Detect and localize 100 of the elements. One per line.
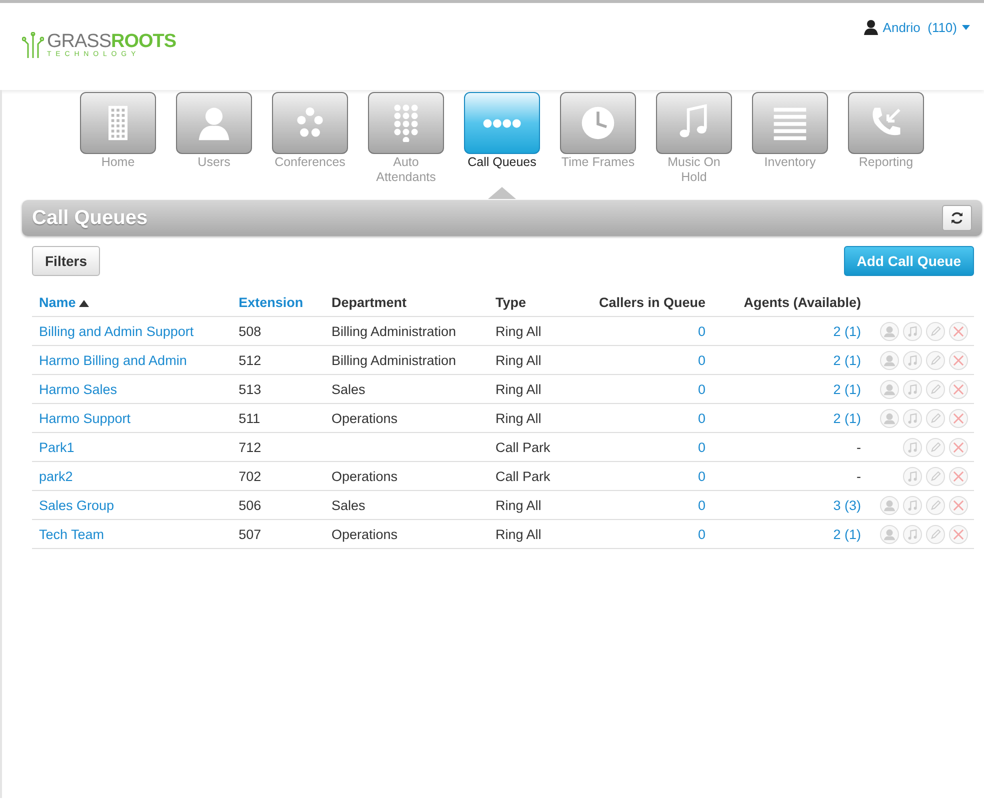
column-header: Type — [488, 288, 570, 316]
edit-button[interactable] — [926, 350, 945, 370]
music-button[interactable] — [903, 380, 922, 398]
user-icon — [864, 20, 878, 35]
user-icon — [883, 498, 896, 512]
table-cell: Billing Administration — [324, 316, 488, 346]
agents-link[interactable]: 2 (1) — [712, 374, 868, 404]
close-icon — [953, 500, 964, 510]
delete-button[interactable] — [949, 496, 968, 514]
edit-button[interactable] — [926, 322, 945, 340]
agents-link[interactable]: 2 (1) — [712, 346, 868, 374]
delete-button[interactable] — [949, 466, 968, 486]
table-cell: Ring All — [488, 490, 570, 520]
edit-button[interactable] — [926, 380, 945, 398]
callers-link[interactable]: 0 — [570, 316, 713, 346]
queue-name-link[interactable]: Harmo Sales — [32, 374, 232, 404]
music-note-icon — [907, 528, 918, 540]
close-icon — [953, 354, 964, 366]
edit-button[interactable] — [926, 466, 945, 486]
callers-link[interactable]: 0 — [570, 462, 713, 490]
agents-link[interactable]: 2 (1) — [712, 520, 868, 548]
column-header[interactable]: Name — [32, 288, 232, 316]
callers-link[interactable]: 0 — [570, 432, 713, 462]
pencil-icon — [930, 470, 941, 482]
user-icon — [883, 382, 896, 396]
music-button[interactable] — [903, 350, 922, 370]
column-header[interactable]: Extension — [232, 288, 324, 316]
agents-button[interactable] — [880, 524, 899, 544]
agents-link[interactable]: 2 (1) — [712, 404, 868, 432]
delete-button[interactable] — [949, 408, 968, 428]
music-button[interactable] — [903, 496, 922, 514]
queue-name-link[interactable]: park2 — [32, 462, 232, 490]
pencil-icon — [930, 528, 941, 540]
callers-link[interactable]: 0 — [570, 490, 713, 520]
table-cell: Ring All — [488, 404, 570, 432]
music-button[interactable] — [903, 322, 922, 340]
music-note-icon — [907, 470, 918, 482]
table-cell: Call Park — [488, 462, 570, 490]
music-button[interactable] — [903, 408, 922, 428]
user-icon — [883, 354, 896, 366]
callers-link[interactable]: 0 — [570, 520, 713, 548]
column-header: Callers in Queue — [570, 288, 713, 316]
table-cell: 506 — [232, 490, 324, 520]
queue-name-link[interactable]: Billing and Admin Support — [32, 316, 232, 346]
table-cell: 702 — [232, 462, 324, 490]
pencil-icon — [930, 442, 941, 452]
close-icon — [953, 412, 964, 424]
pencil-icon — [930, 326, 941, 336]
agents-button[interactable] — [880, 496, 899, 514]
close-icon — [953, 384, 964, 394]
agents-link[interactable]: 3 (3) — [712, 490, 868, 520]
table-cell: 507 — [232, 520, 324, 548]
user-menu[interactable]: Andrio (110) — [864, 20, 970, 35]
callers-link[interactable]: 0 — [570, 346, 713, 374]
table-cell: Operations — [324, 520, 488, 548]
queue-name-link[interactable]: Harmo Billing and Admin — [32, 346, 232, 374]
music-note-icon — [907, 326, 918, 336]
music-note-icon — [907, 412, 918, 424]
page-title: Call Queues — [32, 206, 148, 230]
edit-button[interactable] — [926, 496, 945, 514]
table-cell: Call Park — [488, 432, 570, 462]
refresh-button[interactable] — [942, 205, 972, 231]
music-button[interactable] — [903, 466, 922, 486]
agents-button[interactable] — [880, 408, 899, 428]
table-cell: 511 — [232, 404, 324, 432]
table-cell: - — [712, 432, 868, 462]
agents-button[interactable] — [880, 322, 899, 340]
filters-button[interactable]: Filters — [32, 246, 100, 276]
close-icon — [953, 326, 964, 336]
edit-button[interactable] — [926, 524, 945, 544]
callers-link[interactable]: 0 — [570, 404, 713, 432]
queue-name-link[interactable]: Sales Group — [32, 490, 232, 520]
callers-link[interactable]: 0 — [570, 374, 713, 404]
table-cell: 513 — [232, 374, 324, 404]
music-button[interactable] — [903, 438, 922, 456]
queue-name-link[interactable]: Park1 — [32, 432, 232, 462]
agents-link[interactable]: 2 (1) — [712, 316, 868, 346]
agents-button[interactable] — [880, 380, 899, 398]
music-button[interactable] — [903, 524, 922, 544]
table-cell: 712 — [232, 432, 324, 462]
music-note-icon — [907, 354, 918, 366]
agents-button[interactable] — [880, 350, 899, 370]
user-icon — [883, 324, 896, 338]
table-cell: Sales — [324, 374, 488, 404]
table-cell: Ring All — [488, 346, 570, 374]
pencil-icon — [930, 384, 941, 394]
delete-button[interactable] — [949, 438, 968, 456]
pencil-icon — [930, 500, 941, 510]
caret-icon — [962, 25, 970, 30]
edit-button[interactable] — [926, 408, 945, 428]
queue-name-link[interactable]: Harmo Support — [32, 404, 232, 432]
logo-text: GRASSROOTS — [47, 32, 176, 51]
queue-name-link[interactable]: Tech Team — [32, 520, 232, 548]
edit-button[interactable] — [926, 438, 945, 456]
add-call-queue-button[interactable]: Add Call Queue — [844, 246, 974, 276]
close-icon — [953, 442, 964, 452]
delete-button[interactable] — [949, 380, 968, 398]
delete-button[interactable] — [949, 524, 968, 544]
delete-button[interactable] — [949, 350, 968, 370]
delete-button[interactable] — [949, 322, 968, 340]
